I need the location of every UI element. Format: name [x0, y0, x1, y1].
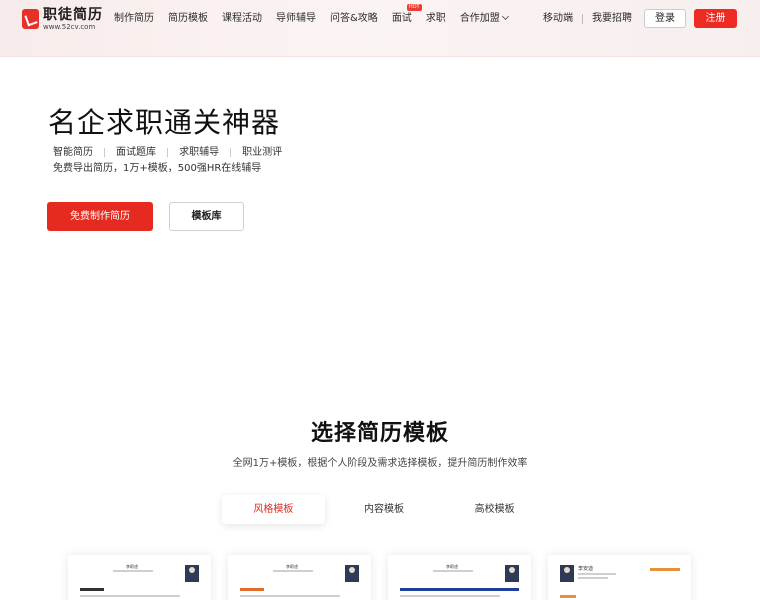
header: 职徒简历 www.52cv.com 制作简历 简历模板 课程活动 导师辅导 问答… [0, 0, 760, 57]
template-card[interactable]: 李职途 [388, 555, 531, 600]
login-button[interactable]: 登录 [644, 9, 686, 28]
card-line [578, 573, 616, 575]
nav-partnership[interactable]: 合作加盟 [459, 12, 509, 26]
register-button[interactable]: 注册 [694, 9, 737, 28]
card-line [240, 595, 340, 597]
card-accent-bar [80, 588, 104, 591]
page: 职徒简历 www.52cv.com 制作简历 简历模板 课程活动 导师辅导 问答… [0, 0, 760, 600]
template-card[interactable]: 李安迪 [548, 555, 691, 600]
card-line [400, 595, 500, 597]
avatar [505, 565, 519, 582]
card-line [80, 595, 180, 597]
hero-title: 名企求职通关神器 [48, 106, 281, 139]
hero-tag: 面试题库 [116, 147, 157, 158]
avatar [345, 565, 359, 582]
template-tabs: 风格模板 内容模板 高校模板 [214, 490, 546, 528]
nav-courses[interactable]: 课程活动 [222, 12, 262, 26]
card-accent-bar [560, 595, 576, 598]
hero-tag: 智能简历 [53, 147, 93, 158]
logo-name: 职徒简历 [43, 7, 103, 23]
hero-tags: 智能简历 | 面试题库 | 求职辅导 | 职业测评 [53, 146, 282, 160]
tag-divider: | [166, 148, 170, 158]
nav-jobs[interactable]: 求职 [426, 12, 446, 26]
template-library-button[interactable]: 模板库 [169, 202, 244, 231]
nav-resume-templates[interactable]: 简历模板 [168, 12, 208, 26]
divider [582, 13, 583, 24]
chevron-down-icon [501, 12, 509, 21]
card-line [578, 577, 608, 579]
template-cards: 李职途 李职途 李职途 李安迪 [68, 555, 708, 600]
section-title: 选择简历模板 [310, 421, 449, 446]
card-line [113, 570, 153, 572]
nav-interview-label: 面试 [391, 13, 412, 24]
nav-partnership-label: 合作加盟 [459, 13, 500, 24]
make-resume-button[interactable]: 免费制作简历 [47, 202, 153, 231]
card-line [273, 570, 313, 572]
tab-school-templates[interactable]: 高校模板 [443, 495, 546, 524]
recruit-link[interactable]: 我要招聘 [592, 12, 632, 26]
nav-mentors[interactable]: 导师辅导 [276, 12, 316, 26]
card-accent-bar [240, 588, 264, 591]
avatar [560, 565, 574, 582]
avatar [185, 565, 199, 582]
card-school-logo [650, 568, 680, 571]
hero-tag: 求职辅导 [179, 147, 220, 158]
logo-url: www.52cv.com [43, 23, 96, 31]
card-line [433, 570, 473, 572]
logo-text: 职徒简历 www.52cv.com [43, 7, 103, 31]
card-accent-bar [400, 588, 519, 591]
hot-badge: HOT [406, 4, 422, 11]
header-actions: 移动端 我要招聘 登录 注册 [543, 9, 737, 28]
template-card[interactable]: 李职途 [228, 555, 371, 600]
main-nav: 制作简历 简历模板 课程活动 导师辅导 问答&攻略 面试 HOT 求职 合作加盟 [114, 4, 522, 26]
nav-interview[interactable]: 面试 HOT [391, 4, 422, 26]
hero-tag: 职业测评 [242, 147, 283, 158]
logo-icon [22, 9, 39, 29]
tag-divider: | [229, 148, 233, 158]
logo[interactable]: 职徒简历 www.52cv.com [22, 7, 103, 31]
section-subtitle: 全网1万+模板，根据个人阶段及需求选择模板，提升简历制作效率 [232, 458, 528, 469]
mobile-link[interactable]: 移动端 [543, 12, 573, 26]
nav-make-resume[interactable]: 制作简历 [114, 12, 154, 26]
hero-subtitle: 免费导出简历，1万+模板，500强HR在线辅导 [53, 163, 262, 174]
template-card[interactable]: 李职途 [68, 555, 211, 600]
tab-style-templates[interactable]: 风格模板 [222, 494, 325, 524]
card-name: 李安迪 [578, 566, 594, 572]
tag-divider: | [103, 148, 107, 158]
tab-content-templates[interactable]: 内容模板 [333, 495, 436, 524]
nav-qa[interactable]: 问答&攻略 [330, 12, 378, 26]
